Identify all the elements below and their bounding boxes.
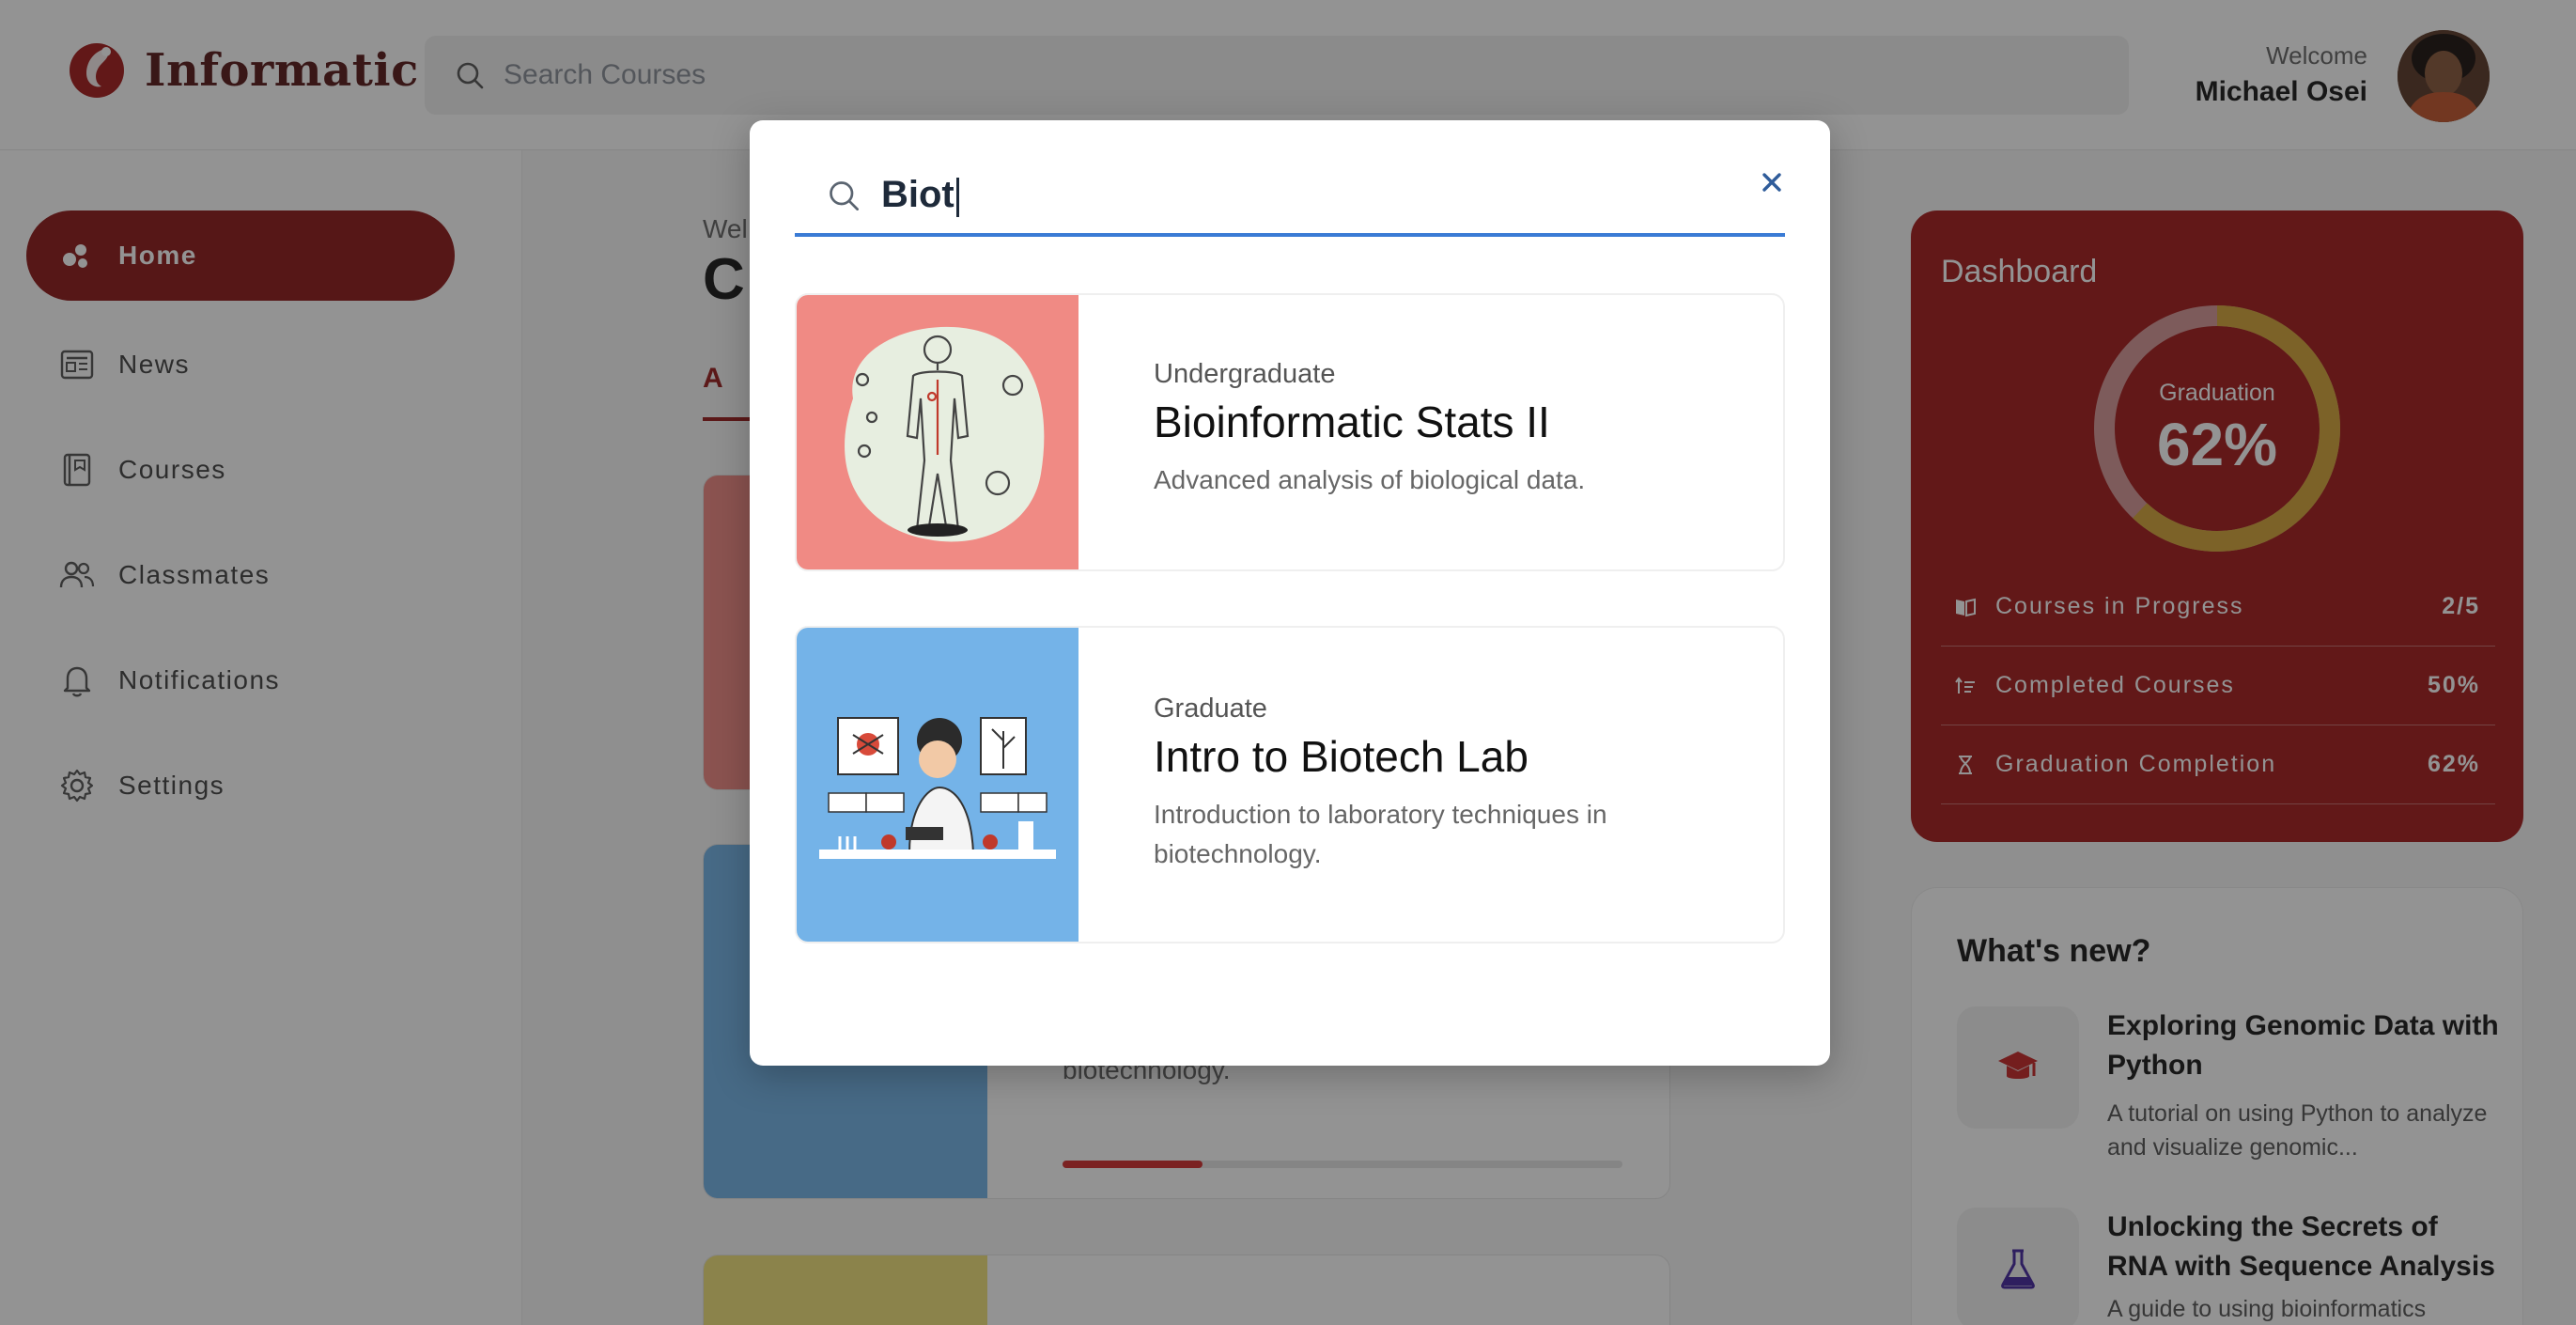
text-caret: [955, 177, 959, 217]
search-result-card[interactable]: Undergraduate Bioinformatic Stats II Adv…: [795, 293, 1785, 571]
anatomy-illustration: [845, 326, 1045, 542]
modal-search-field[interactable]: Biot: [795, 158, 1785, 237]
close-button[interactable]: [1753, 164, 1791, 201]
result-title: Intro to Biotech Lab: [1154, 732, 1529, 781]
result-level: Graduate: [1154, 694, 1267, 724]
search-icon: [830, 181, 859, 210]
search-result-thumbnail: [797, 295, 1079, 569]
lab-illustration: [819, 717, 1056, 859]
result-desc: Introduction to laboratory techniques in…: [1154, 800, 1607, 868]
close-icon: [1762, 173, 1781, 192]
result-desc: Advanced analysis of biological data.: [1154, 465, 1586, 494]
result-level: Undergraduate: [1154, 359, 1336, 389]
result-title: Bioinformatic Stats II: [1154, 398, 1550, 446]
search-result-thumbnail: [797, 628, 1079, 942]
search-query-input[interactable]: Biot: [881, 174, 959, 217]
search-result-card[interactable]: Graduate Intro to Biotech Lab Introducti…: [795, 626, 1785, 943]
search-query-text: Biot: [881, 174, 954, 216]
search-modal: Biot Undergraduate Bioinformatic Stats I…: [750, 120, 1830, 1066]
